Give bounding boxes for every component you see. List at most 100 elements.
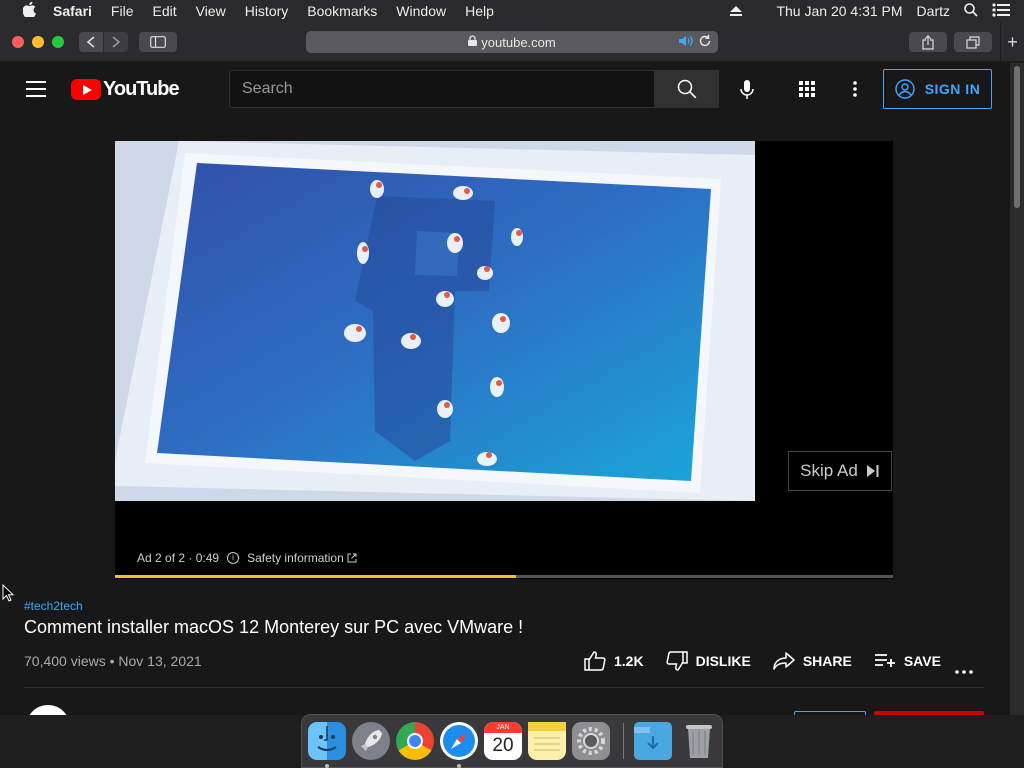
- ad-video-frame[interactable]: [115, 141, 755, 501]
- microphone-icon: [740, 80, 754, 99]
- downloads-folder-icon[interactable]: [634, 722, 672, 760]
- launchpad-icon[interactable]: [352, 722, 390, 760]
- like-button[interactable]: 1.2K: [584, 651, 644, 671]
- trash-icon[interactable]: [680, 722, 718, 760]
- video-player[interactable]: Skip Ad Ad 2 of 2 · 0:49 i Safety inform…: [115, 141, 893, 579]
- fullscreen-window-button[interactable]: [52, 36, 64, 48]
- share-video-button[interactable]: SHARE: [773, 652, 852, 670]
- share-button[interactable]: [909, 32, 947, 52]
- menu-file[interactable]: File: [111, 3, 134, 19]
- skip-next-icon: [866, 465, 879, 477]
- video-actions: 1.2K DISLIKE SHARE SAVE: [584, 651, 963, 671]
- spotlight-search-icon[interactable]: [964, 2, 978, 20]
- safari-running-indicator: [457, 764, 461, 768]
- ad-counter: Ad 2 of 2 · 0:49: [137, 551, 220, 565]
- safari-toolbar: youtube.com +: [0, 22, 1024, 62]
- safety-information-link[interactable]: Safety information: [247, 551, 344, 565]
- safari-icon[interactable]: [440, 722, 478, 760]
- divider: [24, 687, 984, 688]
- ad-info: Ad 2 of 2 · 0:49 i Safety information: [137, 551, 357, 565]
- menu-window[interactable]: Window: [396, 3, 446, 19]
- sign-in-button[interactable]: SIGN IN: [883, 69, 992, 109]
- info-icon[interactable]: i: [227, 552, 240, 564]
- dislike-label: DISLIKE: [695, 653, 751, 669]
- lock-icon: [468, 35, 478, 49]
- chevron-left-icon: [86, 36, 95, 48]
- eject-icon[interactable]: [730, 3, 743, 19]
- like-count: 1.2K: [614, 653, 644, 669]
- youtube-play-logo-icon: [71, 79, 101, 100]
- page-scrollbar[interactable]: [1010, 63, 1024, 715]
- save-button[interactable]: SAVE: [874, 653, 941, 669]
- youtube-wordmark: YouTube: [103, 78, 180, 100]
- close-window-button[interactable]: [12, 36, 24, 48]
- video-hashtag[interactable]: #tech2tech: [24, 599, 83, 613]
- clock[interactable]: Thu Jan 20 4:31 PM: [776, 3, 902, 19]
- calendar-month: JAN: [484, 722, 522, 733]
- finder-running-indicator: [325, 764, 329, 768]
- youtube-logo[interactable]: YouTube: [71, 78, 180, 101]
- finder-icon[interactable]: [308, 722, 346, 760]
- system-preferences-icon[interactable]: [572, 722, 610, 760]
- share-label: SHARE: [802, 653, 852, 669]
- search-input[interactable]: Search: [229, 70, 655, 108]
- skip-ad-button[interactable]: Skip Ad: [788, 451, 892, 491]
- menu-view[interactable]: View: [196, 3, 226, 19]
- youtube-page: YouTube Search SIGN IN Skip Ad Ad 2 of 2…: [0, 63, 1010, 715]
- chevron-right-icon: [112, 36, 121, 48]
- hamburger-menu-icon[interactable]: [26, 81, 46, 97]
- calendar-day: 20: [492, 735, 514, 756]
- menu-history[interactable]: History: [245, 3, 289, 19]
- apple-menu-icon[interactable]: [19, 1, 39, 21]
- menu-help[interactable]: Help: [465, 3, 494, 19]
- settings-more-icon[interactable]: [845, 79, 865, 99]
- mouse-cursor-icon: [2, 583, 15, 607]
- more-actions-icon[interactable]: [955, 661, 973, 679]
- search-button[interactable]: [655, 70, 719, 108]
- calendar-icon[interactable]: JAN 20: [484, 722, 522, 760]
- video-title: Comment installer macOS 12 Monterey sur …: [24, 617, 524, 637]
- video-views-date: 70,400 views • Nov 13, 2021: [24, 653, 202, 669]
- menu-edit[interactable]: Edit: [152, 3, 176, 19]
- dock-separator: [623, 723, 624, 759]
- dislike-button[interactable]: DISLIKE: [666, 651, 751, 671]
- audio-playing-icon[interactable]: [678, 34, 694, 51]
- scrollbar-thumb[interactable]: [1014, 66, 1020, 208]
- minimize-window-button[interactable]: [32, 36, 44, 48]
- chrome-icon[interactable]: [396, 722, 434, 760]
- ad-progress-fill: [115, 575, 516, 578]
- sidebar-icon: [150, 36, 166, 48]
- menu-app-name[interactable]: Safari: [53, 3, 92, 19]
- playlist-add-icon: [874, 654, 895, 667]
- youtube-apps-grid-icon[interactable]: [797, 79, 817, 99]
- address-bar[interactable]: youtube.com: [306, 31, 718, 53]
- tab-overview-button[interactable]: [954, 32, 992, 52]
- external-link-icon: [347, 553, 357, 563]
- new-tab-button[interactable]: +: [1000, 22, 1024, 62]
- menu-bookmarks[interactable]: Bookmarks: [307, 3, 377, 19]
- voice-search-button[interactable]: [736, 79, 758, 101]
- thumbs-down-icon: [666, 651, 688, 671]
- thumbs-up-icon: [584, 651, 606, 671]
- pool-aerial-image: [115, 141, 755, 501]
- user-name[interactable]: Dartz: [917, 3, 950, 19]
- sidebar-toggle-button[interactable]: [139, 32, 177, 52]
- notes-icon[interactable]: [528, 722, 566, 760]
- subscribe-button[interactable]: [874, 711, 984, 715]
- account-circle-icon: [894, 79, 915, 99]
- control-center-icon[interactable]: [992, 2, 1010, 20]
- forward-button[interactable]: [104, 32, 128, 52]
- youtube-header: YouTube Search SIGN IN: [0, 63, 1010, 117]
- channel-avatar[interactable]: [26, 705, 70, 715]
- join-button[interactable]: [794, 711, 866, 715]
- reload-icon[interactable]: [698, 34, 712, 51]
- back-button[interactable]: [79, 32, 103, 52]
- save-label: SAVE: [903, 653, 941, 669]
- share-icon: [922, 34, 934, 50]
- url-text: youtube.com: [481, 34, 556, 50]
- macos-dock: JAN 20: [301, 714, 723, 768]
- sign-in-label: SIGN IN: [924, 81, 981, 97]
- ad-progress-bar[interactable]: [115, 575, 893, 578]
- search-icon: [677, 79, 697, 99]
- menu-bar: Safari File Edit View History Bookmarks …: [0, 0, 1024, 22]
